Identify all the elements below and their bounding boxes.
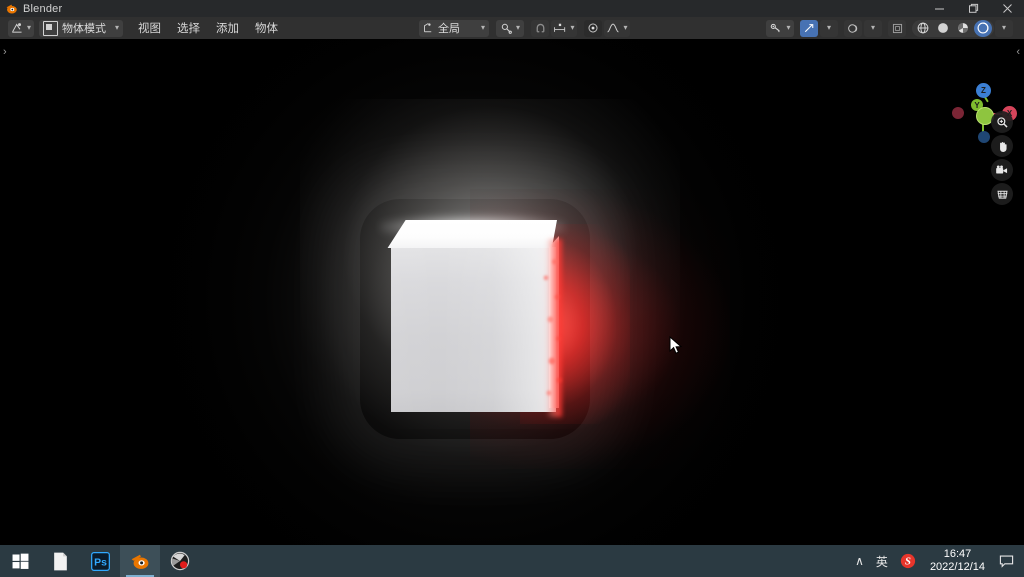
cube-top-face: [387, 220, 557, 248]
sidebar-expand-toggle[interactable]: ‹: [1016, 47, 1020, 58]
blender-logo-icon: [5, 2, 18, 15]
chevron-down-icon: ▾: [826, 23, 831, 32]
cube-object[interactable]: [0, 39, 1024, 545]
clock[interactable]: 16:47 2022/12/14: [922, 545, 993, 577]
transform-orientation-selector[interactable]: 全局 ▾: [419, 19, 489, 37]
window-controls: [922, 0, 1024, 17]
close-button[interactable]: [990, 0, 1024, 17]
shading-rendered-button[interactable]: [974, 19, 992, 37]
ime-indicator[interactable]: 英: [870, 545, 894, 577]
viewport-menubar: 视图 选择 添加 物体: [130, 20, 286, 37]
gizmo-toggle-button[interactable]: [800, 19, 818, 37]
orientation-label: 全局: [438, 23, 460, 35]
proportional-falloff-selector[interactable]: ▾: [604, 19, 630, 37]
object-types-visibility-button[interactable]: ▾: [766, 19, 794, 37]
screen-recorder-button[interactable]: [160, 545, 200, 577]
clock-time: 16:47: [943, 548, 972, 561]
interaction-mode-selector[interactable]: 物体模式 ▾: [39, 19, 123, 37]
minimize-button[interactable]: [922, 0, 956, 17]
proportional-editing-toggle[interactable]: [584, 19, 602, 37]
blender-window: Blender ▾ 物体模式 ▾ 视图 选择 添加 物体 全局 ▾ ▾ ▾ ▾ …: [0, 0, 1024, 577]
shading-solid-button[interactable]: [934, 20, 952, 37]
gizmo-options-button[interactable]: ▾: [820, 19, 838, 37]
blender-button[interactable]: [120, 545, 160, 577]
svg-text:Ps: Ps: [94, 557, 107, 568]
shading-wireframe-button[interactable]: [914, 20, 932, 37]
system-tray: ∧ 英 S 16:47 2022/12/14: [849, 545, 1024, 577]
viewport-display-group: ▾ ▾ ▾ ▾: [765, 19, 1014, 37]
maximize-button[interactable]: [956, 0, 990, 17]
menu-select[interactable]: 选择: [169, 20, 208, 37]
chevron-down-icon: ▾: [786, 23, 791, 32]
window-title: Blender: [23, 2, 63, 15]
windows-taskbar: Ps ∧ 英 S 16:47 2022/12/14: [0, 545, 1024, 577]
overlays-toggle-button[interactable]: [844, 19, 862, 37]
shading-options-button[interactable]: ▾: [995, 19, 1013, 37]
menu-view[interactable]: 视图: [130, 20, 169, 37]
chevron-down-icon: ▾: [870, 23, 875, 32]
svg-text:S: S: [905, 557, 911, 568]
photoshop-button[interactable]: Ps: [80, 545, 120, 577]
title-bar: Blender: [0, 0, 1024, 17]
menu-add[interactable]: 添加: [208, 20, 247, 37]
file-explorer-button[interactable]: [40, 545, 80, 577]
mode-label: 物体模式: [62, 23, 106, 35]
shading-mode-group: [912, 19, 994, 37]
mouse-cursor: [669, 335, 683, 361]
chevron-down-icon: ▾: [26, 23, 31, 32]
gizmo-axis-x-negative[interactable]: [952, 107, 964, 119]
chevron-down-icon: ▾: [114, 23, 119, 32]
3d-viewport[interactable]: › ‹ Z Y X: [0, 39, 1024, 545]
chevron-down-icon: ▾: [1001, 23, 1006, 32]
start-button[interactable]: [0, 545, 40, 577]
menu-object[interactable]: 物体: [247, 20, 286, 37]
orthographic-grid-icon[interactable]: [991, 183, 1013, 205]
cube-front-face: [391, 247, 556, 412]
snap-target-selector[interactable]: ▾: [551, 19, 577, 37]
snap-toggle-button[interactable]: [531, 19, 549, 37]
camera-view-icon[interactable]: [991, 159, 1013, 181]
notification-icon[interactable]: [993, 545, 1024, 577]
cube-red-speckles: [534, 249, 564, 409]
chevron-down-icon: ▾: [480, 23, 485, 32]
viewport-header: ▾ 物体模式 ▾ 视图 选择 添加 物体 全局 ▾ ▾ ▾ ▾ ▾ ▾ ▾ ▾: [0, 17, 1024, 40]
xray-toggle-button[interactable]: [888, 19, 906, 37]
hand-pan-icon[interactable]: [991, 135, 1013, 157]
gizmo-axis-z-positive[interactable]: Z: [976, 83, 991, 98]
overlays-options-button[interactable]: ▾: [864, 19, 882, 37]
object-mode-icon: [43, 20, 58, 36]
transform-tools-group: 全局 ▾ ▾ ▾ ▾: [418, 19, 631, 37]
zoom-icon[interactable]: [991, 111, 1013, 133]
chevron-down-icon: ▾: [623, 23, 628, 32]
clock-date: 2022/12/14: [929, 561, 985, 573]
gizmo-axis-z-negative[interactable]: [978, 131, 990, 143]
toolbar-expand-toggle[interactable]: ›: [3, 47, 7, 58]
shading-material-button[interactable]: [954, 20, 972, 37]
chevron-down-icon: ▾: [570, 23, 575, 32]
pivot-point-selector[interactable]: ▾: [496, 19, 524, 37]
tray-overflow-button[interactable]: ∧: [849, 545, 870, 577]
sogou-input-icon[interactable]: S: [894, 545, 922, 577]
chevron-down-icon: ▾: [515, 23, 520, 32]
editor-type-selector[interactable]: ▾: [8, 19, 34, 37]
orientation-icon: [424, 23, 432, 33]
